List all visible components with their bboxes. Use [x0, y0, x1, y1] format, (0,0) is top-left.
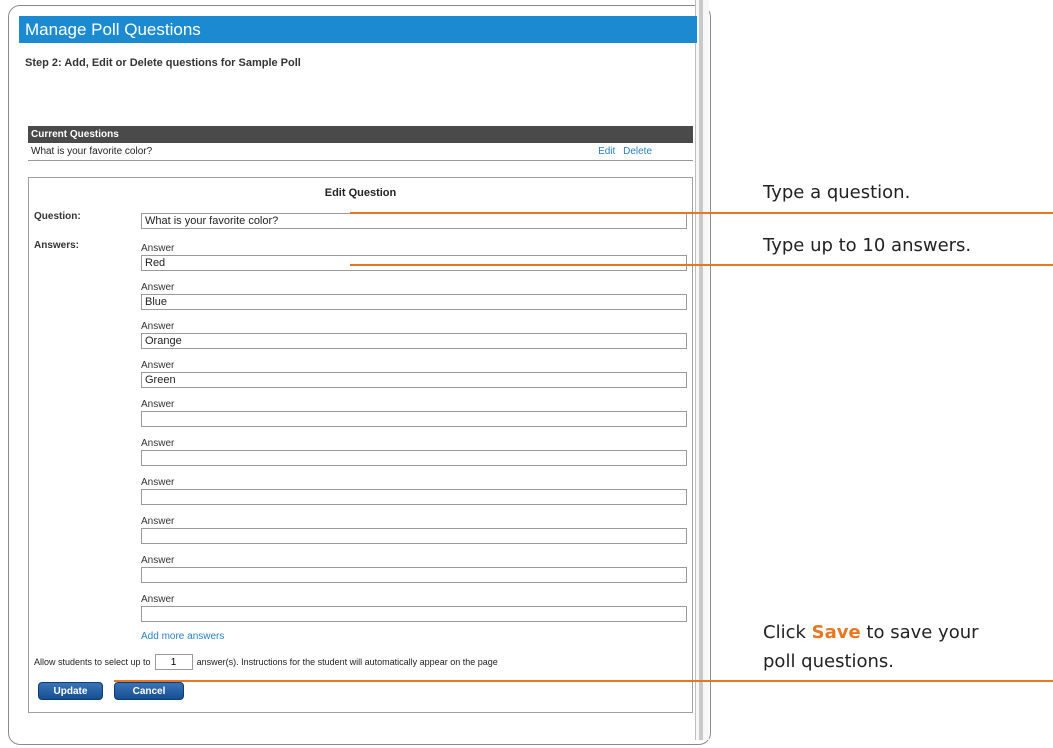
step-instructions: Step 2: Add, Edit or Delete questions fo…	[25, 57, 301, 69]
answer-input-6[interactable]	[141, 450, 687, 466]
answer-label: Answer	[141, 282, 175, 293]
edit-question-title: Edit Question	[324, 187, 397, 199]
answers-label: Answers:	[34, 240, 80, 251]
edit-question-panel: Edit Question Question: Answers: Answer …	[28, 177, 693, 713]
max-selection-row: Allow students to select up to answer(s)…	[34, 654, 498, 670]
current-questions-header: Current Questions	[28, 126, 693, 143]
max-selection-suffix: answer(s). Instructions for the student …	[196, 657, 498, 667]
answer-input-7[interactable]	[141, 489, 687, 505]
cancel-button[interactable]: Cancel	[114, 682, 184, 700]
answer-label: Answer	[141, 477, 175, 488]
answer-label: Answer	[141, 555, 175, 566]
callout-question: Type a question.	[763, 182, 911, 203]
window-scrollbar-thumb[interactable]	[699, 0, 703, 740]
answer-input-9[interactable]	[141, 567, 687, 583]
answer-label: Answer	[141, 438, 175, 449]
callout-answers: Type up to 10 answers.	[763, 235, 972, 256]
edit-question-link[interactable]: Edit	[598, 146, 615, 157]
answer-label: Answer	[141, 399, 175, 410]
callout-save-bold: Save	[811, 622, 861, 643]
answer-input-3[interactable]	[141, 333, 687, 349]
update-button[interactable]: Update	[38, 682, 103, 700]
max-selection-prefix: Allow students to select up to	[34, 657, 151, 667]
answer-label: Answer	[141, 594, 175, 605]
callout-question-line	[350, 212, 1053, 214]
answer-input-10[interactable]	[141, 606, 687, 622]
callout-save-prefix: Click	[763, 622, 812, 643]
callout-save-line2: poll questions.	[763, 651, 895, 672]
answer-input-5[interactable]	[141, 411, 687, 427]
answer-label: Answer	[141, 516, 175, 527]
answer-label: Answer	[141, 243, 175, 254]
callout-save-suffix: to save your	[860, 622, 979, 643]
max-selection-input[interactable]	[154, 654, 193, 670]
question-input[interactable]	[141, 213, 687, 229]
answer-label: Answer	[141, 321, 175, 332]
question-label: Question:	[34, 211, 81, 222]
callout-save-line	[114, 680, 1053, 682]
current-question-row: What is your favorite color? Edit Delete	[28, 143, 693, 161]
question-actions: Edit Delete	[593, 143, 652, 161]
answer-input-4[interactable]	[141, 372, 687, 388]
answer-input-1[interactable]	[141, 255, 687, 271]
delete-question-link[interactable]: Delete	[623, 146, 652, 157]
callout-save: Click Save to save your	[763, 622, 979, 643]
answer-input-2[interactable]	[141, 294, 687, 310]
answer-label: Answer	[141, 360, 175, 371]
callout-answers-line	[350, 264, 1053, 266]
current-question-text: What is your favorite color?	[31, 146, 153, 157]
page-title: Manage Poll Questions	[19, 16, 697, 43]
add-more-answers-link[interactable]: Add more answers	[141, 631, 224, 642]
answer-input-8[interactable]	[141, 528, 687, 544]
